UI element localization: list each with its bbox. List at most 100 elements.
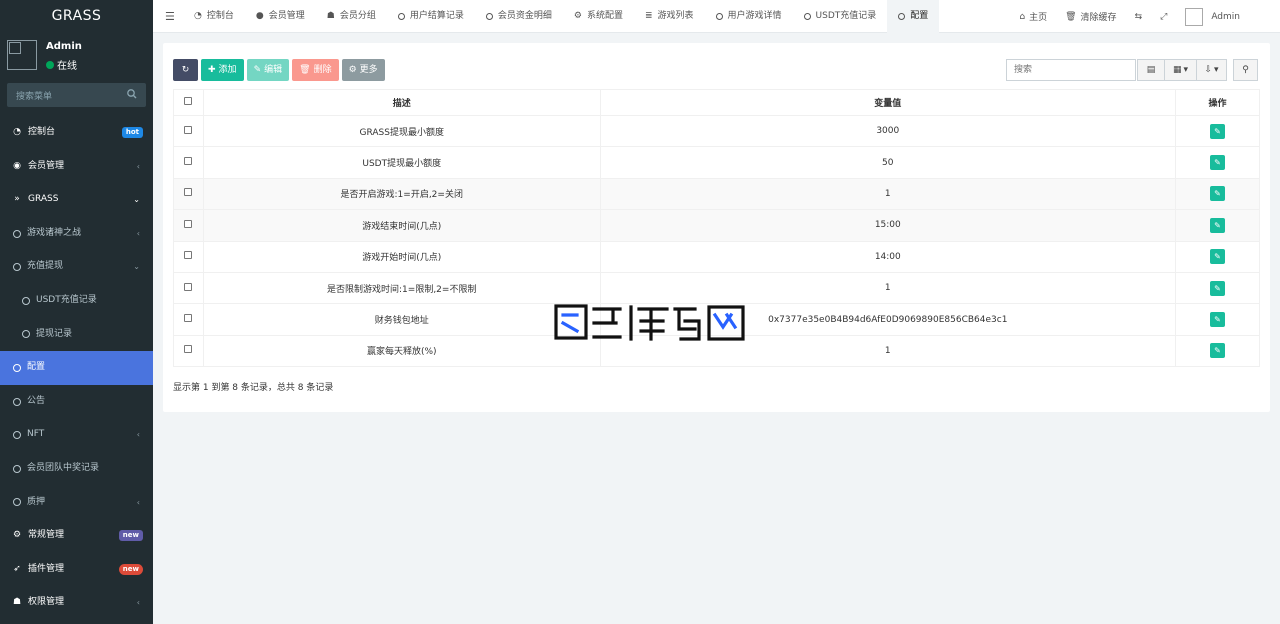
tab-user-game-details[interactable]: 用户游戏详情: [705, 0, 793, 33]
sidebar-search-placeholder: 搜索菜单: [16, 92, 53, 102]
row-checkbox[interactable]: [184, 345, 193, 354]
clear-cache-button[interactable]: 🗑 清除缓存: [1056, 0, 1125, 33]
toggle-view-button[interactable]: ▤: [1137, 59, 1165, 81]
sidebar-search-input[interactable]: 搜索菜单: [7, 83, 146, 107]
row-desc: 游戏开始时间(几点): [202, 240, 601, 273]
row-edit-button[interactable]: ✎: [1210, 155, 1226, 171]
sidebar-item-permission-management[interactable]: ☗ 权限管理 ‹: [0, 586, 153, 620]
table-row[interactable]: USDT提现最小额度 50 ✎: [173, 146, 1260, 179]
tab-system-config[interactable]: ⚙ 系统配置: [563, 0, 634, 33]
add-button[interactable]: ✚ 添加: [201, 59, 244, 81]
table-row[interactable]: 游戏结束时间(几点) 15:00 ✎: [173, 209, 1260, 242]
tab-label: 用户游戏详情: [727, 11, 782, 21]
row-edit-button[interactable]: ✎: [1210, 280, 1226, 296]
header-value[interactable]: 变量值: [599, 89, 1177, 116]
table-row[interactable]: 是否开启游戏:1=开启,2=关闭 1 ✎: [173, 177, 1260, 211]
row-checkbox[interactable]: [184, 251, 193, 260]
header-desc[interactable]: 描述: [202, 89, 601, 116]
table-view-buttons: ▤ ▦ ▾ ⇩ ▾ ⚲: [1137, 59, 1258, 81]
sidebar-item-usdt-recharge[interactable]: USDT充值记录: [0, 284, 153, 318]
users-icon: ☗: [326, 11, 335, 21]
sidebar-item-general-management[interactable]: ⚙ 常规管理 new: [0, 519, 153, 553]
sidebar-item-grass[interactable]: » GRASS ⌄: [0, 183, 153, 217]
sidebar: GRASS Admin 在线 搜索菜单 ◔ 控制台 hot ◉ 会员管理 ‹ »…: [0, 0, 153, 624]
tab-member-group[interactable]: ☗ 会员分组: [316, 0, 387, 33]
circle-icon: [22, 330, 30, 339]
search-icon[interactable]: [126, 88, 138, 100]
chevron-down-icon: ⌄: [133, 262, 140, 272]
table-row[interactable]: 游戏开始时间(几点) 14:00 ✎: [173, 240, 1260, 273]
sidebar-item-recharge-withdraw[interactable]: 充值提现 ⌄: [0, 250, 153, 284]
tab-game-list[interactable]: ≣ 游戏列表: [634, 0, 705, 33]
sidebar-item-label: 控制台: [28, 127, 56, 137]
row-checkbox[interactable]: [184, 282, 193, 291]
row-desc: USDT提现最小额度: [202, 146, 601, 179]
logo[interactable]: GRASS: [0, 0, 153, 33]
row-select-cell: [173, 240, 204, 273]
sidebar-item-label: 配置: [27, 362, 46, 373]
sidebar-item-config[interactable]: 配置: [0, 351, 153, 385]
home-label: 主页: [1029, 13, 1048, 23]
circle-icon: [898, 13, 906, 20]
fullscreen-button[interactable]: ⤢: [1151, 0, 1176, 33]
sidebar-item-team-winnings[interactable]: 会员团队中奖记录: [0, 452, 153, 486]
sidebar-item-game-gods[interactable]: 游戏诸神之战 ‹: [0, 217, 153, 251]
tab-fund-details[interactable]: 会员资金明细: [475, 0, 563, 33]
advanced-search-button[interactable]: ⚲: [1233, 59, 1258, 81]
export-button[interactable]: ⇩ ▾: [1196, 59, 1227, 81]
row-checkbox[interactable]: [184, 125, 193, 134]
home-link[interactable]: ⌂ 主页: [1010, 0, 1056, 33]
row-select-cell: [173, 271, 204, 305]
row-edit-button[interactable]: ✎: [1210, 186, 1226, 202]
row-desc: 赢家每天释放(%): [202, 334, 601, 368]
row-checkbox[interactable]: [184, 188, 193, 197]
row-edit-button[interactable]: ✎: [1210, 312, 1226, 328]
row-checkbox[interactable]: [184, 219, 193, 228]
row-edit-button[interactable]: ✎: [1210, 123, 1226, 139]
tab-bar: ◔ 控制台 ● 会员管理 ☗ 会员分组 用户结算记录 会员资金明细 ⚙ 系统配置 ≣ 游戏…: [183, 0, 940, 33]
select-all-checkbox[interactable]: [184, 97, 193, 105]
sidebar-item-plugin-management[interactable]: ➶ 插件管理 new: [0, 553, 153, 587]
columns-button[interactable]: ▦ ▾: [1164, 59, 1197, 81]
language-button[interactable]: ⇆: [1126, 0, 1152, 33]
user-icon: ●: [255, 11, 264, 21]
sidebar-item-nft[interactable]: NFT ‹: [0, 418, 153, 452]
row-ops: ✎: [1175, 209, 1260, 242]
user-menu[interactable]: Admin: [1176, 0, 1280, 33]
user-status: 在线: [46, 57, 77, 72]
row-edit-button[interactable]: ✎: [1210, 249, 1226, 265]
row-edit-button[interactable]: ✎: [1210, 217, 1226, 233]
tab-member-management[interactable]: ● 会员管理: [245, 0, 316, 33]
sidebar-item-label: GRASS: [28, 194, 59, 205]
delete-label: 删除: [313, 65, 332, 75]
search-input[interactable]: [1007, 60, 1135, 80]
row-checkbox[interactable]: [184, 314, 193, 323]
sidebar-item-member-management[interactable]: ◉ 会员管理 ‹: [0, 150, 153, 184]
tab-settlement-records[interactable]: 用户结算记录: [387, 0, 475, 33]
edit-button[interactable]: ✎ 编辑: [246, 59, 290, 81]
tab-usdt-recharge[interactable]: USDT充值记录: [793, 0, 888, 33]
menu-toggle-icon[interactable]: ☰: [165, 10, 175, 23]
sidebar-menu: ◔ 控制台 hot ◉ 会员管理 ‹ » GRASS ⌄ 游戏诸神之战 ‹ 充值…: [0, 116, 153, 620]
sidebar-item-announcement[interactable]: 公告: [0, 385, 153, 419]
user-circle-icon: ◉: [13, 160, 21, 171]
tab-config[interactable]: 配置: [887, 0, 940, 33]
tab-dashboard[interactable]: ◔ 控制台: [183, 0, 245, 33]
circle-icon: [803, 13, 811, 20]
sidebar-item-staking[interactable]: 质押 ‹: [0, 486, 153, 520]
more-button[interactable]: ⚙ 更多: [341, 59, 385, 81]
delete-button[interactable]: 🗑 删除: [292, 59, 339, 81]
row-edit-button[interactable]: ✎: [1210, 343, 1226, 359]
sidebar-item-withdraw-records[interactable]: 提现记录: [0, 318, 153, 352]
table-row[interactable]: GRASS提现最小额度 3000 ✎: [173, 114, 1260, 148]
select-all-cell[interactable]: [173, 89, 204, 116]
table-search-field[interactable]: [1006, 59, 1136, 81]
refresh-button[interactable]: ↻: [173, 59, 198, 81]
circle-icon: [715, 13, 723, 20]
rocket-icon: ➶: [13, 563, 21, 574]
avatar: [1185, 7, 1204, 26]
table-row[interactable]: 是否限制游戏时间:1=限制,2=不限制 1 ✎: [173, 271, 1260, 305]
sidebar-item-dashboard[interactable]: ◔ 控制台 hot: [0, 116, 153, 150]
tab-label: 配置: [910, 11, 929, 21]
row-checkbox[interactable]: [184, 157, 193, 166]
